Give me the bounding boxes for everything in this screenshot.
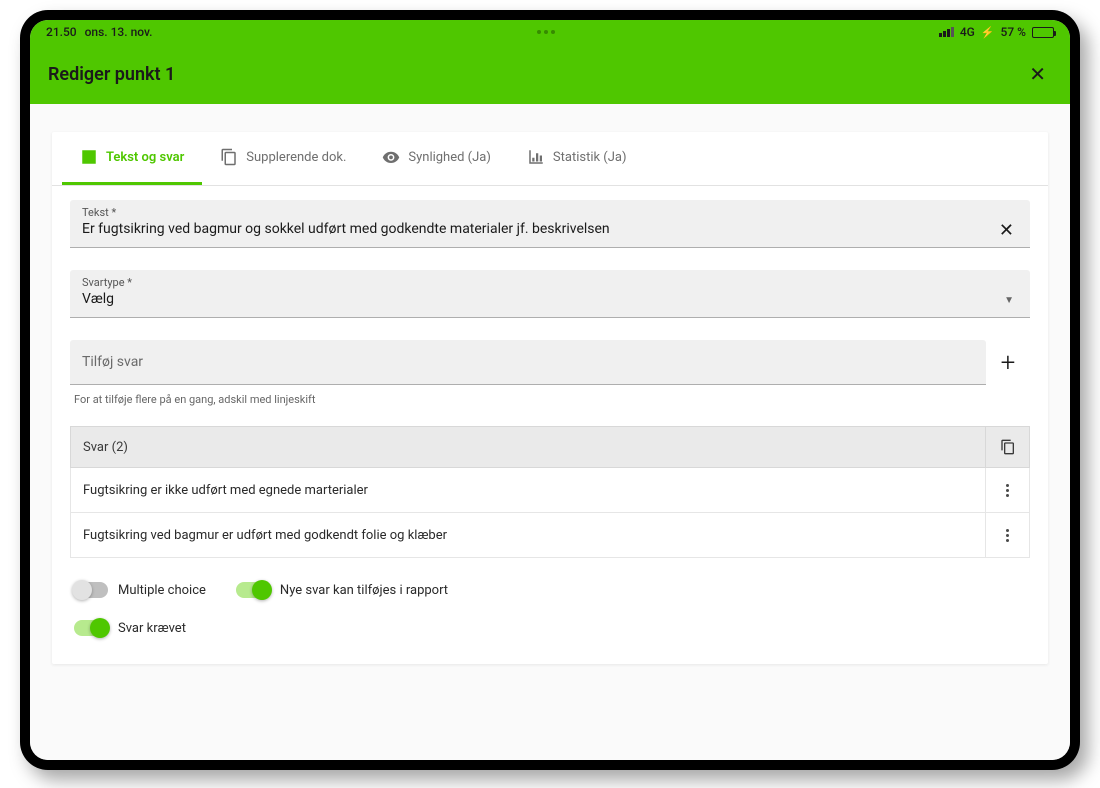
answer-required-switch[interactable] — [74, 620, 108, 636]
screen: 21.50 ons. 13. nov. 4G ⚡ 57 % Rediger pu… — [30, 20, 1070, 760]
toggle-new-answers: Nye svar kan tilføjes i rapport — [236, 582, 448, 598]
tab-label: Tekst og svar — [106, 150, 184, 165]
add-answer-row: Tilføj svar + — [70, 340, 1030, 385]
copy-icon — [1000, 439, 1016, 455]
title-bar: Rediger punkt 1 ✕ — [30, 44, 1070, 104]
tab-label: Statistik (Ja) — [553, 150, 627, 165]
text-icon — [80, 148, 98, 166]
status-date: ons. 13. nov. — [85, 25, 153, 39]
answer-row: Fugtsikring ved bagmur er udført med god… — [70, 513, 1030, 558]
tab-text-answers[interactable]: Tekst og svar — [62, 132, 202, 185]
status-dots — [153, 30, 939, 34]
copy-answers-button[interactable] — [985, 427, 1029, 467]
tab-supplementary[interactable]: Supplerende dok. — [202, 132, 364, 185]
page-title: Rediger punkt 1 — [48, 64, 175, 85]
tabs: Tekst og svar Supplerende dok. Synlighed… — [52, 132, 1048, 186]
answer-text: Fugtsikring ved bagmur er udført med god… — [83, 528, 447, 543]
new-answers-switch[interactable] — [236, 582, 270, 598]
tab-statistics[interactable]: Statistik (Ja) — [509, 132, 645, 185]
add-answer-helper: For at tilføje flere på en gang, adskil … — [70, 387, 1030, 426]
more-vert-icon — [1006, 529, 1009, 542]
battery-saver-icon: ⚡ — [981, 26, 995, 39]
toggles: Multiple choice Nye svar kan tilføjes i … — [70, 558, 1030, 636]
card: Tekst og svar Supplerende dok. Synlighed… — [52, 132, 1048, 664]
tab-label: Supplerende dok. — [246, 150, 346, 165]
battery-pct: 57 % — [1001, 25, 1026, 39]
text-field[interactable]: Tekst * ✕ — [70, 200, 1030, 248]
text-input[interactable] — [82, 219, 987, 241]
status-time: 21.50 — [46, 25, 77, 39]
chevron-down-icon: ▼ — [1000, 295, 1018, 306]
answer-more-button[interactable] — [985, 468, 1029, 512]
tab-visibility[interactable]: Synlighed (Ja) — [364, 132, 509, 185]
answer-text: Fugtsikring er ikke udført med egnede ma… — [83, 483, 368, 498]
tab-label: Synlighed (Ja) — [408, 150, 491, 165]
toggle-answer-required: Svar krævet — [74, 620, 1026, 636]
answer-type-field[interactable]: Svartype * Vælg ▼ — [70, 270, 1030, 318]
text-field-label: Tekst * — [82, 206, 1018, 219]
eye-icon — [382, 148, 400, 166]
more-vert-icon — [1006, 484, 1009, 497]
toggle-label: Multiple choice — [118, 583, 206, 598]
answers-header: Svar (2) — [70, 426, 1030, 468]
toggle-label: Nye svar kan tilføjes i rapport — [280, 583, 448, 598]
toggle-multiple-choice: Multiple choice — [74, 582, 206, 598]
add-answer-input[interactable]: Tilføj svar — [70, 340, 986, 385]
toggle-label: Svar krævet — [118, 621, 186, 636]
panel: Tekst * ✕ Svartype * Vælg ▼ — [52, 186, 1048, 636]
answer-more-button[interactable] — [985, 513, 1029, 557]
add-answer-button[interactable]: + — [986, 340, 1030, 385]
content-area: Tekst og svar Supplerende dok. Synlighed… — [30, 104, 1070, 760]
tablet-frame: 21.50 ons. 13. nov. 4G ⚡ 57 % Rediger pu… — [20, 10, 1080, 770]
network-label: 4G — [960, 25, 975, 39]
status-bar: 21.50 ons. 13. nov. 4G ⚡ 57 % — [30, 20, 1070, 44]
multiple-choice-switch[interactable] — [74, 582, 108, 598]
answers-header-label: Svar (2) — [83, 440, 128, 455]
answer-row: Fugtsikring er ikke udført med egnede ma… — [70, 468, 1030, 513]
answer-type-label: Svartype * — [82, 276, 1018, 289]
close-button[interactable]: ✕ — [1023, 56, 1052, 92]
answer-type-value: Vælg — [82, 289, 992, 311]
signal-icon — [939, 27, 954, 37]
copy-icon — [220, 148, 238, 166]
chart-icon — [527, 148, 545, 166]
battery-icon — [1032, 27, 1054, 38]
clear-text-button[interactable]: ✕ — [995, 220, 1018, 241]
